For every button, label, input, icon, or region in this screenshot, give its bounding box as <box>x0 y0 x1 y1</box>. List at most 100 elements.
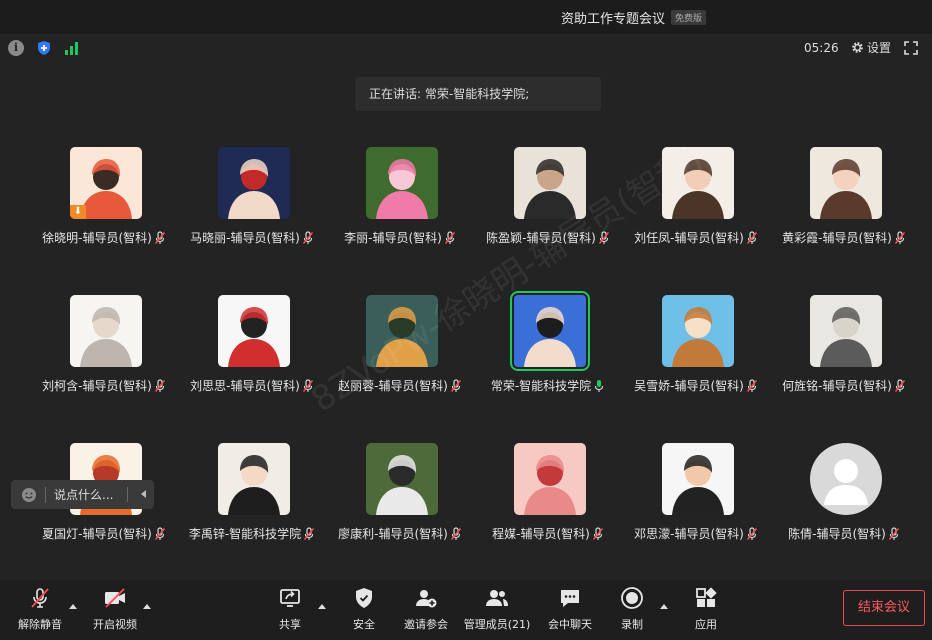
participant-name-row: 吴雪娇-辅导员(智科) <box>622 377 770 394</box>
record-button[interactable]: 录制 <box>592 586 672 632</box>
participant-name-row: 邓思濛-辅导员(智科) <box>622 525 770 542</box>
video-options-caret[interactable] <box>143 604 151 609</box>
participant-tile[interactable]: 陈盈颖-辅导员(智科) <box>474 147 622 257</box>
apps-button[interactable]: 应用 <box>666 586 746 632</box>
mic-muted-icon <box>746 526 757 540</box>
participant-name: 刘任凤-辅导员(智科) <box>634 231 744 245</box>
participant-tile[interactable]: 刘柯含-辅导员(智科) <box>30 295 178 405</box>
participant-name-row: 徐晓明-辅导员(智科) <box>30 229 178 246</box>
mic-muted-icon <box>304 526 315 540</box>
participant-name: 吴雪娇-辅导员(智科) <box>634 379 744 393</box>
participant-tile[interactable]: 黄彩霞-辅导员(智科) <box>770 147 918 257</box>
collapse-chevron-icon[interactable] <box>141 490 146 498</box>
participant-name: 程媒-辅导员(智科) <box>492 527 590 541</box>
participant-name: 陈倩-辅导员(智科) <box>788 527 886 541</box>
participant-name-row: 廖康利-辅导员(智科) <box>326 525 474 542</box>
video-off-icon <box>105 588 125 608</box>
participant-name-row: 马晓丽-辅导员(智科) <box>178 229 326 246</box>
participants-icon <box>486 590 508 606</box>
avatar <box>366 295 438 367</box>
participant-tile[interactable]: ⬇ 徐晓明-辅导员(智科) <box>30 147 178 257</box>
chat-bubble-icon <box>561 590 579 607</box>
avatar <box>218 147 290 219</box>
add-person-icon <box>416 590 437 608</box>
avatar-image <box>662 443 734 515</box>
share-button[interactable]: 共享 <box>250 586 330 632</box>
participant-tile[interactable]: 刘任凤-辅导员(智科) <box>622 147 770 257</box>
participant-tile[interactable]: 刘思思-辅导员(智科) <box>178 295 326 405</box>
participant-name: 刘柯含-辅导员(智科) <box>42 379 152 393</box>
participant-tile[interactable]: 程媒-辅导员(智科) <box>474 443 622 553</box>
shield-icon[interactable] <box>36 40 52 56</box>
participant-tile[interactable]: 马晓丽-辅导员(智科) <box>178 147 326 257</box>
avatar <box>514 443 586 515</box>
quick-chat-bar[interactable]: 说点什么... <box>11 480 154 509</box>
participant-tile[interactable]: 邓思濛-辅导员(智科) <box>622 443 770 553</box>
participant-tile[interactable]: 李禹锌-智能科技学院 <box>178 443 326 553</box>
status-bar: i 05:26 设置 <box>0 34 932 62</box>
participant-name-row: 常荣-智能科技学院 <box>474 377 622 394</box>
shield-check-icon <box>356 588 372 608</box>
avatar <box>810 443 882 515</box>
participant-tile[interactable]: 何旌铭-辅导员(智科) <box>770 295 918 405</box>
avatar <box>366 443 438 515</box>
participant-tile[interactable]: 李丽-辅导员(智科) <box>326 147 474 257</box>
mic-muted-icon <box>592 526 603 540</box>
share-screen-icon <box>280 589 300 607</box>
meeting-timer: 05:26 <box>804 41 839 55</box>
mic-muted-icon <box>894 230 905 244</box>
chat-label: 会中聊天 <box>548 618 592 631</box>
manage-participants-label: 管理成员(21) <box>463 618 531 631</box>
avatar: ⬇ <box>70 147 142 219</box>
fullscreen-icon[interactable] <box>904 41 918 55</box>
participant-tile[interactable]: 赵丽蓉-辅导员(智科) <box>326 295 474 405</box>
participant-name-row: 李丽-辅导员(智科) <box>326 229 474 246</box>
participant-tile[interactable]: 吴雪娇-辅导员(智科) <box>622 295 770 405</box>
participant-name: 何旌铭-辅导员(智科) <box>782 379 892 393</box>
mic-muted-icon <box>746 378 757 392</box>
mic-muted-icon <box>450 526 461 540</box>
unmute-button[interactable]: 解除静音 <box>0 586 80 632</box>
mic-active-icon <box>595 379 604 392</box>
avatar <box>662 147 734 219</box>
chat-separator <box>45 486 46 503</box>
start-video-button[interactable]: 开启视频 <box>75 586 155 632</box>
participant-name-row: 夏国灯-辅导员(智科) <box>30 525 178 542</box>
participant-name: 李禹锌-智能科技学院 <box>188 527 302 541</box>
avatar <box>510 291 590 371</box>
participant-tile[interactable]: 陈倩-辅导员(智科) <box>770 443 918 553</box>
participant-tile[interactable]: 常荣-智能科技学院 <box>474 291 622 405</box>
end-meeting-button[interactable]: 结束会议 <box>843 590 925 626</box>
avatar <box>218 443 290 515</box>
participant-name: 刘思思-辅导员(智科) <box>190 379 300 393</box>
signal-icon[interactable] <box>64 40 80 56</box>
participant-name-row: 何旌铭-辅导员(智科) <box>770 377 918 394</box>
emoji-icon[interactable] <box>21 487 37 503</box>
avatar-image <box>366 443 438 515</box>
info-icon[interactable]: i <box>8 40 24 56</box>
invite-button[interactable]: 邀请参会 <box>386 586 466 632</box>
avatar-image <box>218 147 290 219</box>
mic-muted-icon <box>450 378 461 392</box>
participant-name: 徐晓明-辅导员(智科) <box>42 231 152 245</box>
participant-name: 邓思濛-辅导员(智科) <box>634 527 744 541</box>
participant-name-row: 刘任凤-辅导员(智科) <box>622 229 770 246</box>
participant-name-row: 程媒-辅导员(智科) <box>474 525 622 542</box>
avatar-image <box>366 147 438 219</box>
avatar <box>662 295 734 367</box>
apps-label: 应用 <box>695 618 717 631</box>
avatar-image <box>662 147 734 219</box>
avatar-image <box>810 295 882 367</box>
manage-participants-button[interactable]: 管理成员(21) <box>457 586 537 632</box>
participant-name-row: 陈倩-辅导员(智科) <box>770 525 918 542</box>
start-video-label: 开启视频 <box>93 618 137 631</box>
participant-tile[interactable]: 廖康利-辅导员(智科) <box>326 443 474 553</box>
avatar <box>662 443 734 515</box>
mic-muted-icon <box>894 378 905 392</box>
meeting-toolbar: 解除静音 开启视频 共享 安全 邀请参会 管理成员(21) 会中聊天 录制 应用… <box>0 580 932 640</box>
participant-name-row: 黄彩霞-辅导员(智科) <box>770 229 918 246</box>
mic-muted-icon <box>154 378 165 392</box>
settings-button[interactable]: 设置 <box>851 39 891 56</box>
chat-input[interactable]: 说点什么... <box>54 486 113 503</box>
avatar-image <box>514 295 586 367</box>
